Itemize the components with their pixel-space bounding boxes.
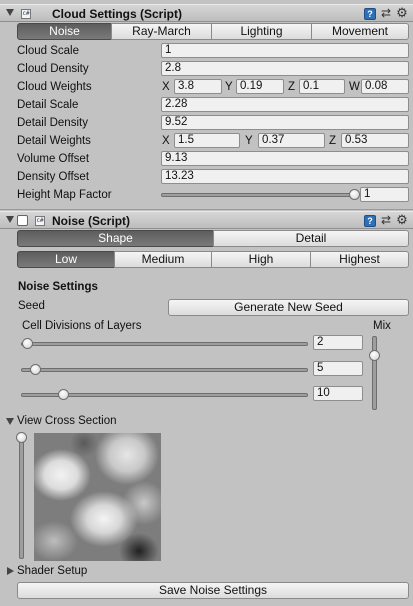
detail-density-field[interactable]: 9.52 (161, 115, 409, 130)
cs-script-icon: c# (21, 9, 31, 19)
layer-divisions-field[interactable]: 10 (313, 386, 363, 401)
detail-scale-field[interactable]: 2.28 (161, 97, 409, 112)
cs-script-icon: c# (35, 216, 45, 226)
enabled-checkbox[interactable] (17, 215, 28, 226)
tab-ray-march[interactable]: Ray-March (111, 23, 212, 40)
component-divider (0, 209, 413, 210)
x-axis-label: X (162, 135, 170, 147)
tab-shape[interactable]: Shape (17, 230, 214, 247)
cross-section-slider-track[interactable] (19, 435, 24, 559)
cloud-settings-header[interactable]: c# Cloud Settings (Script) ? ⇄ ⚙ (0, 4, 413, 22)
z-axis-label: Z (329, 135, 337, 147)
detail-weights-y-field[interactable]: 0.37 (258, 133, 325, 148)
layer-slider-handle[interactable] (58, 389, 70, 400)
cloud-scale-label: Cloud Scale (17, 45, 80, 57)
z-axis-label: Z (288, 81, 296, 93)
gear-icon[interactable]: ⚙ (396, 6, 408, 20)
component-title: Cloud Settings (Script) (52, 7, 182, 21)
cloud-density-label: Cloud Density (17, 63, 89, 75)
detail-weights-x-field[interactable]: 1.5 (174, 133, 240, 148)
height-map-factor-label: Height Map Factor (17, 189, 112, 201)
tab-movement[interactable]: Movement (311, 23, 409, 40)
generate-new-seed-button[interactable]: Generate New Seed (168, 299, 409, 316)
tab-highest[interactable]: Highest (310, 251, 409, 268)
cloud-scale-field[interactable]: 1 (161, 43, 409, 58)
tab-noise[interactable]: Noise (17, 23, 112, 40)
detail-density-label: Detail Density (17, 117, 88, 129)
tab-high[interactable]: High (211, 251, 311, 268)
mix-slider-handle[interactable] (369, 349, 380, 361)
fold-arrow-icon[interactable] (7, 567, 14, 575)
layer-slider-handle[interactable] (30, 364, 42, 375)
fold-arrow-icon[interactable] (6, 216, 14, 223)
cloud-weights-y-field[interactable]: 0.19 (236, 79, 284, 94)
volume-offset-label: Volume Offset (17, 153, 90, 165)
noise-script-header[interactable]: c# Noise (Script) ? ⇄ ⚙ (0, 211, 413, 229)
height-map-factor-slider-track[interactable] (161, 193, 354, 197)
noise-cross-section-preview (34, 433, 161, 561)
layer-divisions-field[interactable]: 2 (313, 335, 363, 350)
preset-sliders-icon[interactable]: ⇄ (380, 214, 392, 227)
cross-section-slider-handle[interactable] (16, 432, 27, 443)
x-axis-label: X (162, 81, 170, 93)
save-noise-settings-button[interactable]: Save Noise Settings (17, 582, 409, 599)
fold-arrow-icon[interactable] (6, 418, 14, 425)
help-book-icon[interactable]: ? (364, 215, 376, 227)
mix-slider-track[interactable] (372, 336, 377, 410)
preset-sliders-icon[interactable]: ⇄ (380, 7, 392, 20)
mix-label: Mix (373, 320, 391, 332)
layer-slider-track[interactable] (21, 368, 308, 372)
detail-weights-label: Detail Weights (17, 135, 91, 147)
detail-scale-label: Detail Scale (17, 99, 79, 111)
fold-arrow-icon[interactable] (6, 9, 14, 16)
noise-settings-heading: Noise Settings (18, 281, 98, 293)
cloud-weights-x-field[interactable]: 3.8 (174, 79, 222, 94)
help-book-icon[interactable]: ? (364, 8, 376, 20)
layer-slider-track[interactable] (21, 342, 308, 346)
detail-weights-z-field[interactable]: 0.53 (341, 133, 409, 148)
tab-detail[interactable]: Detail (213, 230, 409, 247)
height-map-factor-slider-handle[interactable] (349, 189, 360, 200)
density-offset-label: Density Offset (17, 171, 90, 183)
view-cross-section-foldout[interactable]: View Cross Section (17, 413, 117, 429)
height-map-factor-field[interactable]: 1 (360, 187, 409, 202)
cloud-weights-z-field[interactable]: 0.1 (299, 79, 345, 94)
tab-lighting[interactable]: Lighting (211, 23, 312, 40)
y-axis-label: Y (225, 81, 233, 93)
tab-low[interactable]: Low (17, 251, 115, 268)
cloud-density-field[interactable]: 2.8 (161, 61, 409, 76)
volume-offset-field[interactable]: 9.13 (161, 151, 409, 166)
component-title: Noise (Script) (52, 214, 131, 228)
seed-label: Seed (18, 300, 45, 312)
layer-divisions-field[interactable]: 5 (313, 361, 363, 376)
cloud-weights-label: Cloud Weights (17, 81, 92, 93)
density-offset-field[interactable]: 13.23 (161, 169, 409, 184)
tab-medium[interactable]: Medium (114, 251, 212, 268)
y-axis-label: Y (245, 135, 253, 147)
gear-icon[interactable]: ⚙ (396, 213, 408, 227)
cloud-weights-w-field[interactable]: 0.08 (361, 79, 409, 94)
layer-slider-handle[interactable] (22, 338, 33, 349)
cell-divisions-label: Cell Divisions of Layers (22, 320, 142, 332)
w-axis-label: W (349, 81, 360, 93)
shader-setup-foldout[interactable]: Shader Setup (17, 563, 87, 579)
